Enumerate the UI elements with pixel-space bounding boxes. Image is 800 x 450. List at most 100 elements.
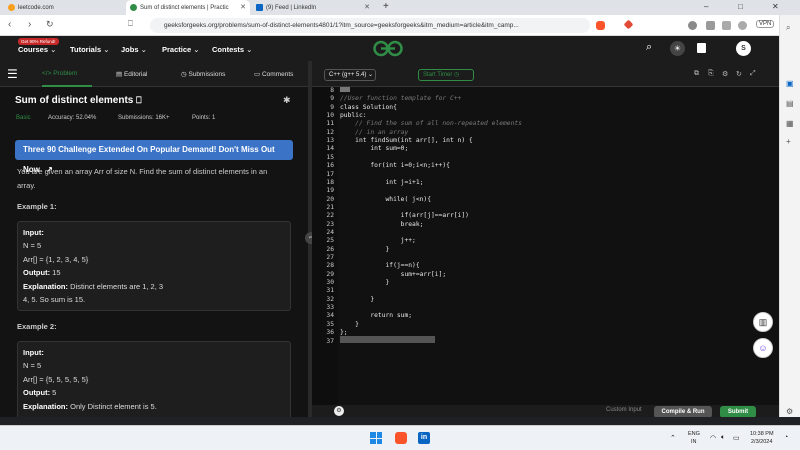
bookmark-icon[interactable]: ⎕ [136, 95, 141, 105]
sidebar-search-icon[interactable]: ⌕ [786, 23, 790, 33]
volume-icon[interactable]: 🔈︎ [721, 434, 725, 442]
close-tab-icon[interactable]: ✕ [364, 3, 370, 11]
line-number: 20 [326, 195, 334, 203]
example-2-label: Example 2: [17, 322, 57, 331]
problem-panel: Sum of distinct elements ⎕ ✱ Basic Accur… [0, 87, 308, 417]
start-timer-button[interactable]: Start Timer ◷ [418, 69, 474, 81]
nav-jobs[interactable]: Jobs [121, 45, 147, 54]
tab-comments[interactable]: ▭ Comments [254, 70, 293, 78]
avatar[interactable]: S [736, 41, 751, 56]
linkedin-app-icon[interactable]: in [418, 432, 430, 444]
close-window-button[interactable]: ✕ [772, 2, 779, 11]
back-arrow-icon[interactable]: ‹ [8, 19, 11, 30]
sidebar-apps-icon[interactable]: ▦ [786, 119, 794, 128]
sidebar-bookmarks-icon[interactable]: ▤ [786, 99, 794, 108]
windows-start-icon[interactable] [370, 432, 382, 444]
output-line: Output: 15 [23, 268, 61, 277]
sidebar-linkedin-icon[interactable]: ▣ [786, 79, 794, 88]
document-icon: ▤ [116, 71, 124, 78]
refund-badge[interactable]: Get 90% Refund! [18, 38, 59, 45]
selection-highlight [340, 87, 350, 92]
code-editor[interactable]: 8 9 9 10 11 12 13 14 15 16 17 18 19 20 21 22 23 24 25 26 27 2… [312, 87, 779, 405]
tab-problem[interactable]: </> Problem [42, 70, 77, 77]
bookmark-icon[interactable]: ⎕ [128, 19, 133, 29]
url-bar[interactable]: geeksforgeeks.org/problems/sum-of-distin… [150, 18, 590, 33]
input-label: Input: [23, 348, 44, 357]
code-line: break; [340, 220, 424, 228]
clock-time[interactable]: 10:38 PM [750, 431, 774, 437]
points-stat: Points: 1 [192, 115, 216, 121]
custom-input-button[interactable]: Custom Input [606, 407, 642, 413]
editor-toolbar: C++ (g++ 5.4) ⌄ Start Timer ◷ ⧉ ⎘ ⚙ ↻ ⤢ [312, 61, 779, 87]
input-arr: Arr[] = {5, 5, 5, 5, 5} [23, 375, 89, 384]
language-indicator[interactable]: ENG [688, 431, 700, 437]
brave-rewards-icon[interactable] [623, 19, 634, 30]
maximize-button[interactable]: □ [738, 2, 743, 11]
explanation-line-2: 4, 5. So sum is 15. [23, 295, 86, 304]
brave-browser-icon[interactable] [395, 432, 407, 444]
browser-tab-leetcode[interactable]: leetcode.com [4, 0, 120, 15]
copy-icon[interactable]: ⧉ [694, 70, 699, 78]
line-number: 10 [326, 112, 334, 120]
code-line: } [340, 245, 390, 253]
tab-submissions[interactable]: ◷ Submissions [181, 70, 225, 78]
wallet-icon[interactable] [738, 21, 747, 30]
code-line: //User function template for C++ [340, 95, 462, 103]
theme-toggle-icon[interactable]: ☀ [670, 41, 685, 56]
code-line: if(arr[j]==arr[i]) [340, 212, 469, 220]
line-number: 17 [326, 170, 334, 178]
brave-shield-icon[interactable] [596, 21, 605, 30]
reload-icon[interactable]: ↻ [46, 19, 54, 30]
browser-tab-strip: leetcode.com Sum of distinct elements | … [0, 0, 800, 15]
battery-icon[interactable]: ▭ [733, 434, 740, 442]
reset-icon[interactable]: ↻ [736, 70, 742, 78]
save-icon[interactable]: ⎘ [708, 70, 714, 78]
minimize-button[interactable]: – [704, 2, 708, 11]
gfg-logo[interactable] [371, 40, 405, 57]
challenge-banner[interactable]: Three 90 Challenge Extended On Popular D… [15, 140, 293, 174]
sidebar-add-icon[interactable]: + [786, 137, 791, 146]
notes-icon[interactable] [697, 43, 706, 53]
leetcode-favicon-icon [8, 4, 15, 11]
new-tab-button[interactable]: + [383, 1, 389, 12]
screen-gap [0, 417, 800, 425]
bug-report-icon[interactable]: ✱ [283, 95, 291, 106]
tray-expand-icon[interactable]: ⌃ [670, 434, 676, 442]
code-line: } [340, 295, 375, 303]
accuracy-stat: Accuracy: 52.04% [48, 115, 97, 121]
vpn-button[interactable]: VPN [756, 20, 775, 28]
settings-gear-icon[interactable]: ⚙ [334, 406, 344, 416]
tab-editorial[interactable]: ▤ Editorial [116, 70, 147, 78]
book-icon[interactable]: ▥ [753, 312, 773, 332]
sidebar-settings-icon[interactable]: ⚙ [786, 407, 793, 416]
browser-tab-linkedin[interactable]: (9) Feed | LinkedIn ✕ [252, 0, 374, 15]
nav-tutorials[interactable]: Tutorials [70, 45, 110, 54]
line-number: 22 [326, 212, 334, 220]
hamburger-menu-icon[interactable]: ☰ [7, 67, 18, 81]
notification-bell-icon[interactable]: ◔ [784, 434, 788, 441]
input-label: Input: [23, 228, 44, 237]
sidebar-toggle-icon[interactable] [722, 21, 731, 30]
line-number: 9 [330, 95, 334, 103]
line-number: 34 [326, 312, 334, 320]
extension-icon[interactable] [688, 21, 697, 30]
nav-courses[interactable]: Courses [18, 45, 56, 54]
forward-arrow-icon[interactable]: › [28, 19, 31, 30]
explanation-line-1: Explanation: Only Distinct element is 5. [23, 402, 157, 411]
timer-icon: ◷ [454, 72, 460, 78]
line-number: 28 [326, 262, 334, 270]
code-icon: </> [42, 70, 54, 77]
settings-icon[interactable]: ⚙ [722, 70, 728, 78]
chatbot-icon[interactable]: ☺ [753, 338, 773, 358]
browser-tab-gfg[interactable]: Sum of distinct elements | Practic ✕ [126, 0, 250, 15]
nav-practice[interactable]: Practice [162, 45, 200, 54]
nav-contests[interactable]: Contests [212, 45, 252, 54]
problem-title: Sum of distinct elements ⎕ [15, 95, 142, 106]
language-select[interactable]: C++ (g++ 5.4) ⌄ [324, 69, 376, 81]
wifi-icon[interactable]: ◠ [710, 434, 716, 442]
extensions-puzzle-icon[interactable] [706, 21, 715, 30]
search-icon[interactable]: ⌕ [646, 41, 652, 54]
problem-tabs: ☰ </> Problem ▤ Editorial ◷ Submissions … [0, 61, 310, 87]
close-tab-icon[interactable]: ✕ [240, 3, 246, 11]
fullscreen-icon[interactable]: ⤢ [750, 70, 756, 78]
